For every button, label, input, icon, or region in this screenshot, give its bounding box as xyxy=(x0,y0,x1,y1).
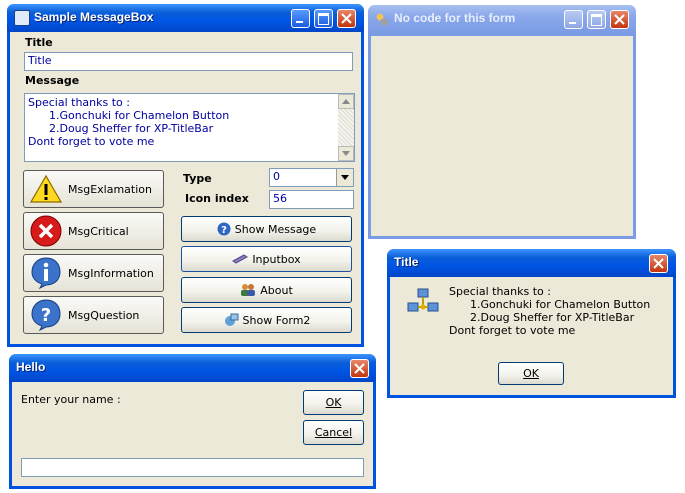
message-line: 1.Gonchuki for Chamelon Button xyxy=(28,109,230,122)
help-icon: ? xyxy=(217,222,231,236)
message-label: Message xyxy=(25,74,80,87)
input-dialog-titlebar[interactable]: Hello xyxy=(9,354,376,382)
message-scrollbar[interactable] xyxy=(338,94,354,161)
form2-client xyxy=(371,36,633,236)
form2-window-title: No code for this form xyxy=(394,11,516,25)
show-form2-button[interactable]: Show Form2 xyxy=(181,307,352,333)
close-button[interactable] xyxy=(337,9,356,28)
message-dialog: Title Special thanks to : 1.Gonchuki for… xyxy=(387,249,676,398)
msg-question-button[interactable]: ? MsgQuestion xyxy=(23,296,164,334)
name-input[interactable] xyxy=(21,458,364,477)
about-button[interactable]: About xyxy=(181,277,352,303)
dialog-message-line: 1.Gonchuki for Chamelon Button xyxy=(449,298,651,311)
type-value: 0 xyxy=(273,170,280,183)
scroll-up-button[interactable] xyxy=(338,94,354,109)
exclamation-icon xyxy=(30,174,62,203)
input-dialog-title: Hello xyxy=(16,360,46,374)
dialog-message-line: 2.Doug Sheffer for XP-TitleBar xyxy=(449,311,635,324)
form2-maximize-button[interactable] xyxy=(587,10,606,29)
information-icon xyxy=(31,257,61,289)
maximize-icon xyxy=(318,13,329,25)
msg-exclamation-button[interactable]: MsgExlamation xyxy=(23,170,164,208)
form2-close-button[interactable] xyxy=(610,10,629,29)
title-field[interactable]: Title xyxy=(24,52,353,71)
about-label: About xyxy=(260,283,293,297)
dialog-message-line: Dont forget to vote me xyxy=(449,324,576,337)
arrow-up-icon xyxy=(342,99,350,104)
show-form2-label: Show Form2 xyxy=(242,313,311,327)
maximize-button[interactable] xyxy=(314,9,333,28)
minimize-icon xyxy=(569,22,576,24)
form2-window: No code for this form xyxy=(368,5,636,239)
input-dialog: Hello Enter your name : OK Cancel xyxy=(9,354,376,489)
inputbox-label: Inputbox xyxy=(252,252,301,266)
main-titlebar[interactable]: Sample MessageBox xyxy=(7,4,364,32)
input-cancel-label: Cancel xyxy=(314,426,353,439)
chevron-down-icon xyxy=(341,175,349,180)
pen-icon xyxy=(232,254,249,264)
message-textarea[interactable]: Special thanks to : 1.Gonchuki for Chame… xyxy=(24,93,355,162)
message-dialog-close-button[interactable] xyxy=(649,254,668,273)
form-app-icon xyxy=(376,13,388,25)
maximize-icon xyxy=(591,14,602,26)
type-dropdown-button[interactable] xyxy=(336,169,353,186)
app-icon xyxy=(14,10,30,26)
msg-question-label: MsgQuestion xyxy=(68,308,140,322)
main-window: Sample MessageBox Title Title Message Sp… xyxy=(7,4,364,347)
message-line: Dont forget to vote me xyxy=(28,135,155,148)
type-label: Type xyxy=(183,172,212,185)
input-ok-label: OK xyxy=(325,396,342,409)
msg-critical-label: MsgCritical xyxy=(68,224,129,238)
dialog-message-line: Special thanks to : xyxy=(449,285,551,298)
msg-information-label: MsgInformation xyxy=(68,266,154,280)
title-label: Title xyxy=(25,36,53,49)
arrow-down-icon xyxy=(342,151,350,156)
main-client: Title Title Message Special thanks to : … xyxy=(10,32,361,344)
message-dialog-client: Special thanks to : 1.Gonchuki for Chame… xyxy=(390,277,673,395)
input-cancel-button[interactable]: Cancel xyxy=(303,420,364,445)
svg-text:?: ? xyxy=(221,225,227,236)
close-icon xyxy=(341,13,352,24)
form-icon xyxy=(224,313,239,326)
form2-titlebar[interactable]: No code for this form xyxy=(368,5,636,33)
message-ok-button[interactable]: OK xyxy=(498,362,564,385)
show-message-label: Show Message xyxy=(234,222,317,236)
message-ok-label: OK xyxy=(523,367,539,380)
icon-index-label: Icon index xyxy=(185,192,249,205)
show-message-button[interactable]: ? Show Message xyxy=(181,216,352,242)
users-icon xyxy=(241,284,256,296)
message-line: 2.Doug Sheffer for XP-TitleBar xyxy=(28,122,214,135)
msg-information-button[interactable]: MsgInformation xyxy=(23,254,164,292)
msg-exclamation-label: MsgExlamation xyxy=(68,182,152,196)
icon-index-field[interactable]: 56 xyxy=(269,190,354,209)
close-icon xyxy=(354,363,365,374)
minimize-button[interactable] xyxy=(291,9,310,28)
input-dialog-close-button[interactable] xyxy=(350,359,369,378)
message-line: Special thanks to : xyxy=(28,96,130,109)
network-computers-icon xyxy=(407,288,439,312)
message-dialog-title: Title xyxy=(394,255,419,269)
svg-text:?: ? xyxy=(41,305,51,326)
close-icon xyxy=(614,14,625,25)
type-select[interactable]: 0 xyxy=(269,168,354,187)
main-window-title: Sample MessageBox xyxy=(34,10,154,24)
form2-minimize-button[interactable] xyxy=(564,10,583,29)
input-dialog-client: Enter your name : OK Cancel xyxy=(12,382,373,486)
msg-critical-button[interactable]: MsgCritical xyxy=(23,212,164,250)
input-prompt: Enter your name : xyxy=(21,393,121,406)
minimize-icon xyxy=(296,21,303,23)
error-icon xyxy=(30,215,62,247)
message-dialog-titlebar[interactable]: Title xyxy=(387,249,676,277)
inputbox-button[interactable]: Inputbox xyxy=(181,246,352,272)
scroll-down-button[interactable] xyxy=(338,146,354,161)
input-ok-button[interactable]: OK xyxy=(303,390,364,415)
close-icon xyxy=(653,258,664,269)
question-icon: ? xyxy=(31,299,61,331)
